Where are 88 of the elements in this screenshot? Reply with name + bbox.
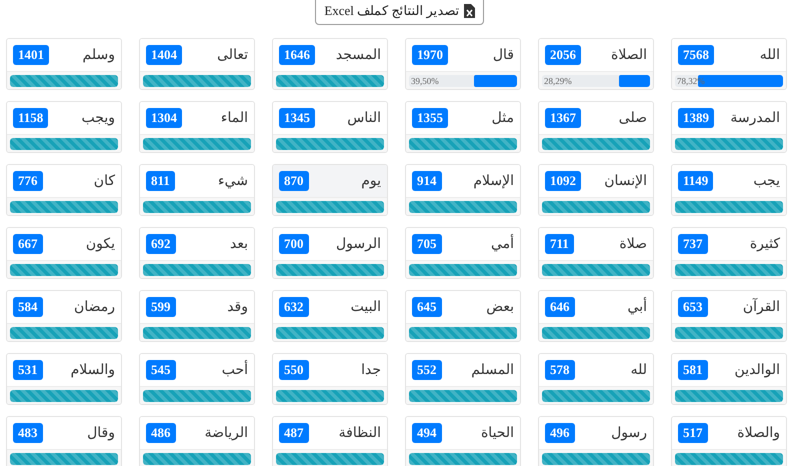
count-badge: 584 [13, 297, 42, 317]
count-badge: 483 [13, 423, 42, 443]
word-label: رسول [611, 424, 647, 442]
count-badge: 1304 [146, 108, 182, 128]
count-badge: 914 [412, 171, 442, 191]
count-badge: 711 [545, 234, 574, 254]
word-label: بعض [486, 298, 514, 316]
word-label: الله [760, 46, 780, 64]
word-label: أحب [222, 360, 248, 380]
word-label: رمضان [74, 298, 115, 316]
word-label: يوم [361, 172, 381, 190]
excel-file-icon [464, 4, 475, 18]
count-badge: 1149 [678, 171, 714, 191]
word-label: صلاة [619, 234, 647, 254]
count-badge: 531 [13, 360, 42, 380]
word-label: بعد [230, 234, 248, 254]
word-label: أبي [628, 296, 647, 316]
count-badge: 494 [412, 423, 442, 443]
count-badge: 870 [279, 171, 308, 191]
word-label: جدا [361, 360, 381, 380]
count-badge: 581 [678, 360, 708, 380]
word-label: المسجد [336, 46, 381, 64]
count-badge: 692 [146, 234, 176, 254]
count-badge: 1646 [279, 45, 315, 65]
word-label: وقال [87, 424, 115, 442]
count-badge: 1970 [412, 45, 448, 65]
word-label: كان [94, 172, 115, 190]
count-badge: 1389 [678, 108, 714, 128]
count-badge: 517 [678, 423, 708, 443]
percent-label: 39,50% [411, 76, 439, 86]
word-label: والسلام [70, 360, 115, 380]
count-badge: 486 [146, 423, 176, 443]
count-badge: 545 [146, 360, 176, 380]
word-label: النظافة [338, 424, 381, 442]
count-badge: 578 [545, 360, 574, 380]
count-badge: 1404 [146, 45, 182, 65]
word-label: يكون [86, 234, 115, 254]
word-label: أمي [490, 234, 514, 254]
count-badge: 1092 [545, 171, 581, 191]
word-label: الصلاة [611, 46, 647, 64]
word-label: قال [492, 46, 514, 64]
word-label: شيء [218, 172, 248, 190]
count-badge: 487 [279, 423, 308, 443]
count-badge: 705 [412, 234, 442, 254]
count-badge: 653 [678, 297, 708, 317]
word-label: الإنسان [604, 172, 647, 190]
word-label: ويجب [82, 108, 115, 128]
count-badge: 811 [146, 171, 175, 191]
word-label: الناس [347, 108, 381, 128]
word-label: الرياضة [204, 424, 248, 442]
count-badge: 776 [13, 171, 42, 191]
word-label: كثيرة [750, 234, 780, 254]
count-badge: 550 [279, 360, 308, 380]
word-label: المدرسة [730, 108, 780, 128]
count-badge: 7568 [678, 45, 714, 65]
word-label: تعالى [217, 46, 248, 64]
word-label: صلى [618, 108, 647, 128]
word-label: المسلم [471, 360, 514, 380]
word-label: البيت [350, 298, 381, 316]
word-label: وسلم [82, 46, 115, 64]
percent-label: 28,29% [544, 76, 572, 86]
word-label: القرآن [742, 297, 780, 316]
count-badge: 1345 [279, 108, 315, 128]
word-label: الوالدين [734, 360, 780, 380]
count-badge: 737 [678, 234, 708, 254]
word-label: والصلاة [737, 424, 780, 442]
word-label: لله [630, 360, 647, 380]
count-badge: 1401 [13, 45, 49, 65]
word-label: الحياة [480, 424, 514, 442]
count-badge: 1367 [545, 108, 581, 128]
count-badge: 667 [13, 234, 42, 254]
count-badge: 632 [279, 297, 308, 317]
word-label: الماء [220, 108, 248, 128]
count-badge: 1355 [412, 108, 448, 128]
word-label: يجب [753, 172, 780, 190]
word-label: الإسلام [473, 172, 514, 190]
word-label: وقد [227, 298, 248, 316]
count-badge: 1158 [13, 108, 48, 128]
count-badge: 2056 [545, 45, 581, 65]
count-badge: 700 [279, 234, 308, 254]
count-badge: 552 [412, 360, 442, 380]
word-label: مثل [492, 108, 514, 128]
count-badge: 645 [412, 297, 442, 317]
count-badge: 496 [545, 423, 574, 443]
count-badge: 646 [545, 297, 574, 317]
count-badge: 599 [146, 297, 176, 317]
export-button[interactable]: تصدير النتائج كملف Excel [315, 0, 484, 25]
word-label: الرسول [336, 234, 381, 254]
